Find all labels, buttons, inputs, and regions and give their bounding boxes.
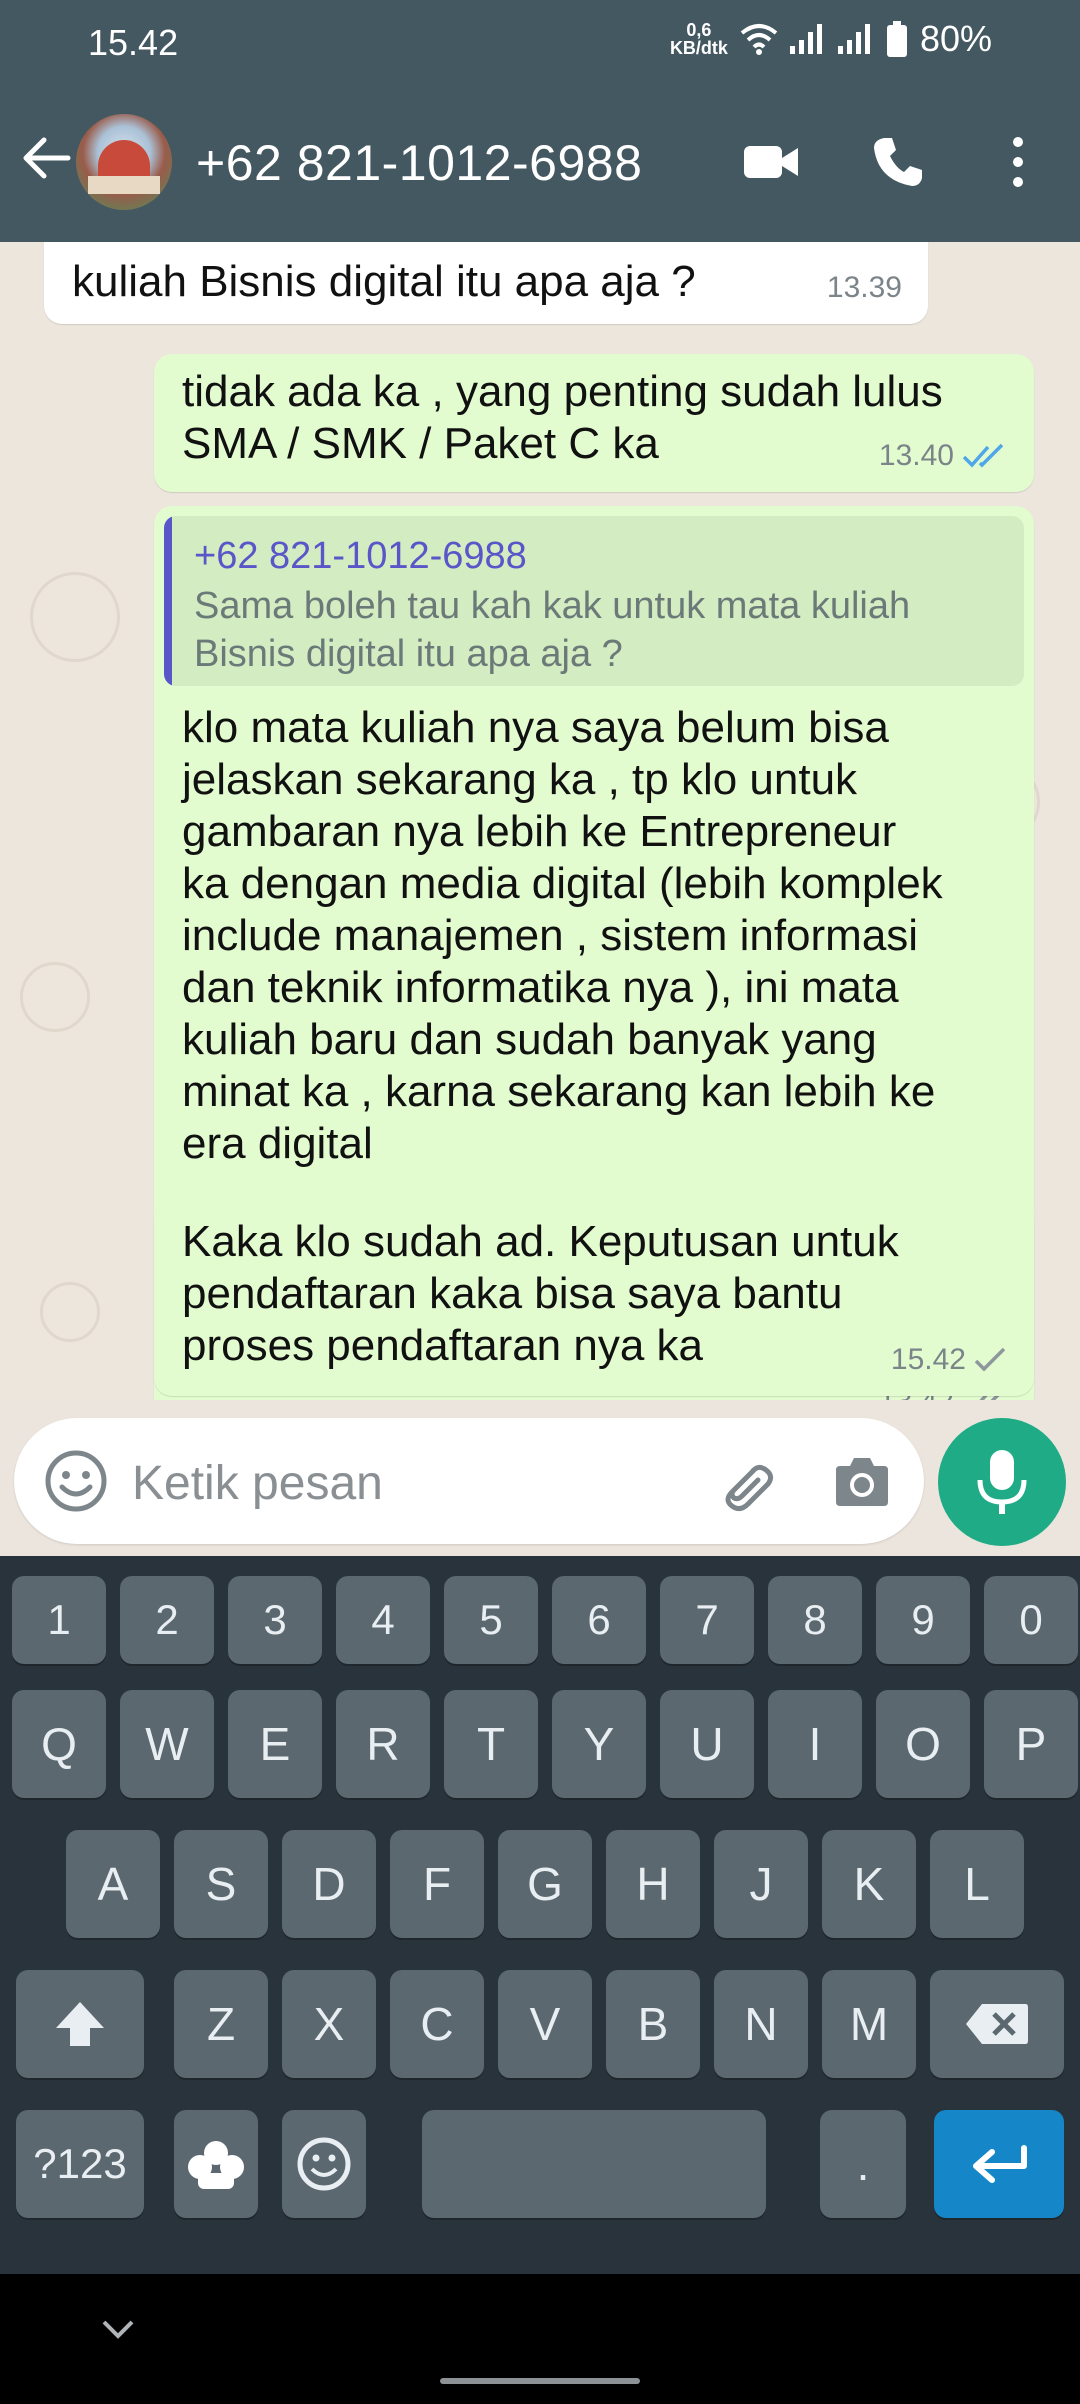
key-5[interactable]: 5 [444,1576,538,1664]
network-speed: 0,6 KB/dtk [669,20,728,58]
key-a[interactable]: A [66,1830,160,1938]
key-n[interactable]: N [714,1970,808,2078]
key-o[interactable]: O [876,1690,970,1798]
home-gesture-pill[interactable] [440,2378,640,2384]
battery-percentage: 80% [919,18,992,59]
key-d[interactable]: D [282,1830,376,1938]
key-g[interactable]: G [498,1830,592,1938]
key-w[interactable]: W [120,1690,214,1798]
key-y[interactable]: Y [552,1690,646,1798]
key-p[interactable]: P [984,1690,1078,1798]
message-text: tidak ada ka , yang penting sudah lulus … [182,367,943,468]
key-m[interactable]: M [822,1970,916,2078]
key-0[interactable]: 0 [984,1576,1078,1664]
message-text: klo mata kuliah nya saya belum bisa jela… [182,703,943,1168]
message-bubble-outgoing[interactable]: tidak ada ka , yang penting sudah lulus … [154,354,1034,492]
camera-icon[interactable] [832,1454,892,1510]
back-arrow-icon[interactable] [18,130,74,186]
message-input[interactable]: Ketik pesan [132,1456,383,1511]
keyboard-logo-icon [188,2141,244,2189]
key-9[interactable]: 9 [876,1576,970,1664]
settings-logo-key[interactable] [174,2110,258,2218]
quote-accent-bar [164,516,172,686]
key-q[interactable]: Q [12,1690,106,1798]
contact-name[interactable]: +62 821-1012-6988 [196,134,642,192]
video-call-icon[interactable] [742,134,802,190]
message-time: 15.42 [890,1343,966,1376]
key-v[interactable]: V [498,1970,592,2078]
enter-key[interactable] [934,2110,1064,2218]
signal-icon-2 [837,24,870,54]
microphone-icon [977,1450,1027,1514]
key-h[interactable]: H [606,1830,700,1938]
more-vert-icon[interactable] [1000,134,1036,190]
key-3[interactable]: 3 [228,1576,322,1664]
message-bubble-outgoing[interactable]: Kaka klo sudah ad. Keputusan untuk penda… [154,1204,1034,1396]
message-text: Kaka klo sudah ad. Keputusan untuk penda… [182,1217,899,1370]
key-e[interactable]: E [228,1690,322,1798]
emoji-key[interactable] [282,2110,366,2218]
key-x[interactable]: X [282,1970,376,2078]
key-1[interactable]: 1 [12,1576,106,1664]
key-i[interactable]: I [768,1690,862,1798]
key-t[interactable]: T [444,1690,538,1798]
wifi-icon [740,24,778,55]
key-c[interactable]: C [390,1970,484,2078]
key-u[interactable]: U [660,1690,754,1798]
message-time: 13.39 [826,271,902,304]
key-4[interactable]: 4 [336,1576,430,1664]
symbols-key[interactable]: ?123 [16,2110,144,2218]
key-8[interactable]: 8 [768,1576,862,1664]
shift-key[interactable] [16,1970,144,2078]
message-composer[interactable]: Ketik pesan [14,1418,924,1544]
key-j[interactable]: J [714,1830,808,1938]
key-b[interactable]: B [606,1970,700,2078]
key-z[interactable]: Z [174,1970,268,2078]
key-k[interactable]: K [822,1830,916,1938]
period-key[interactable]: . [820,2110,906,2218]
status-bar: 15.42 0,6 KB/dtk 80% [0,0,1080,90]
message-meta: 13.39 [827,262,902,314]
status-time: 15.42 [88,22,179,63]
message-meta: 15.42 [891,1334,1008,1386]
message-time: 13.40 [878,439,954,472]
key-6[interactable]: 6 [552,1576,646,1664]
message-text: kuliah Bisnis digital itu apa aja ? [72,257,696,306]
emoji-icon[interactable] [44,1449,108,1513]
phone-call-icon[interactable] [870,134,926,190]
shift-icon [56,2002,104,2046]
quoted-text: Sama boleh tau kah kak untuk mata kuliah… [194,585,911,675]
key-s[interactable]: S [174,1830,268,1938]
hide-keyboard-chevron-icon[interactable] [100,2318,136,2342]
backspace-key[interactable] [930,1970,1064,2078]
spacebar-key[interactable] [422,2110,766,2218]
navigation-bar [0,2274,1080,2404]
key-l[interactable]: L [930,1830,1024,1938]
status-icons: 0,6 KB/dtk 80% [670,18,992,60]
attachment-icon[interactable] [714,1452,774,1512]
enter-icon [973,2145,1027,2183]
chat-header: +62 821-1012-6988 [0,90,1080,242]
emoji-face-icon [297,2137,351,2191]
battery-icon [886,21,907,57]
read-double-tick-icon [962,443,1004,468]
signal-icon-1 [789,24,822,54]
on-screen-keyboard: 1 2 3 4 5 6 7 8 9 0 Q W E R T Y U I O P A S D F G H J K L Z X C V B N M ?123… [0,1556,1080,2274]
voice-record-button[interactable] [938,1418,1066,1546]
quoted-sender: +62 821-1012-6988 [194,535,527,577]
avatar[interactable] [76,114,172,210]
key-f[interactable]: F [390,1830,484,1938]
key-2[interactable]: 2 [120,1576,214,1664]
key-r[interactable]: R [336,1690,430,1798]
quoted-message[interactable]: +62 821-1012-6988 Sama boleh tau kah kak… [164,516,1024,686]
key-7[interactable]: 7 [660,1576,754,1664]
sent-single-tick-icon [974,1347,1006,1372]
message-bubble-incoming[interactable]: kuliah Bisnis digital itu apa aja ? 13.3… [44,242,928,324]
message-meta: 13.40 [879,430,1008,482]
backspace-icon [966,2004,1028,2044]
